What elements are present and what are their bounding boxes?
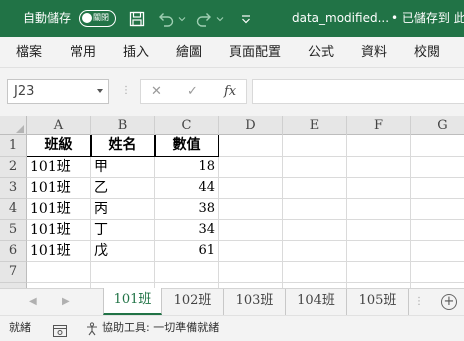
cell-a1[interactable]: 班級 — [27, 135, 90, 156]
formula-buttons: ✕ ✓ fx — [140, 79, 247, 104]
accessibility-icon[interactable] — [85, 321, 99, 340]
cell-b6[interactable]: 戊 — [92, 241, 154, 261]
column-header-d[interactable]: D — [219, 116, 283, 135]
cell-c6[interactable]: 61 — [155, 241, 218, 261]
ribbon-tabs: 檔案 常用 插入 繪圖 頁面配置 公式 資料 校閱 — [0, 37, 464, 68]
worksheet-grid: A B C D E F G 1 2 3 4 5 6 7 班級 姓名 數值 101… — [0, 116, 464, 288]
cell-c2[interactable]: 18 — [155, 157, 218, 177]
toggle-knob — [82, 13, 92, 23]
row-header-4[interactable]: 4 — [0, 199, 27, 220]
cell-a2[interactable]: 101班 — [28, 157, 90, 177]
scroll-tabs-left-icon[interactable]: ◀ — [29, 289, 37, 315]
cell-b1[interactable]: 姓名 — [91, 135, 154, 156]
file-title[interactable]: data_modified... — [292, 0, 389, 37]
macro-record-icon[interactable] — [53, 322, 67, 341]
tab-draw[interactable]: 繪圖 — [176, 37, 202, 68]
gridline — [346, 135, 347, 288]
column-header-a[interactable]: A — [27, 116, 91, 135]
chevron-down-icon[interactable] — [97, 89, 103, 93]
autosave-toggle[interactable]: 關閉 — [79, 10, 116, 27]
enter-icon[interactable]: ✓ — [187, 80, 198, 103]
row-header-5[interactable]: 5 — [0, 220, 27, 241]
cell-a5[interactable]: 101班 — [28, 220, 90, 240]
sheet-tab-103[interactable]: 103班 — [224, 289, 286, 315]
sheet-tab-105[interactable]: 105班 — [347, 289, 409, 315]
row-header-6[interactable]: 6 — [0, 241, 27, 262]
tab-insert[interactable]: 插入 — [123, 37, 149, 68]
cell-b2[interactable]: 甲 — [92, 157, 154, 177]
save-status: • 已儲存到 此台 — [391, 11, 464, 25]
column-header-b[interactable]: B — [91, 116, 155, 135]
gridline — [27, 261, 464, 262]
cell-c5[interactable]: 34 — [155, 220, 218, 240]
name-box-value: J23 — [14, 84, 35, 99]
formula-bar: J23 ⋮ ✕ ✓ fx — [0, 68, 464, 116]
tab-home[interactable]: 常用 — [70, 37, 96, 68]
cell-b3[interactable]: 乙 — [92, 178, 154, 198]
column-header-e[interactable]: E — [283, 116, 347, 135]
column-headers: A B C D E F G — [0, 116, 464, 135]
sheet-tab-101[interactable]: 101班 — [103, 288, 162, 315]
undo-icon[interactable] — [156, 9, 176, 29]
row-header-3[interactable]: 3 — [0, 178, 27, 199]
tab-review[interactable]: 校閱 — [414, 37, 440, 68]
tab-data[interactable]: 資料 — [361, 37, 387, 68]
autosave-label: 自動儲存 — [23, 11, 72, 25]
status-ready: 就緒 — [9, 321, 31, 334]
sheet-tab-104[interactable]: 104班 — [286, 289, 347, 315]
cell-b5[interactable]: 丁 — [92, 220, 154, 240]
cell-c3[interactable]: 44 — [155, 178, 218, 198]
row-header-7[interactable]: 7 — [0, 262, 27, 283]
cell-a4[interactable]: 101班 — [28, 199, 90, 219]
gridline — [90, 135, 91, 288]
gridline — [27, 282, 464, 283]
add-sheet-button[interactable]: + — [441, 294, 457, 310]
tab-formulas[interactable]: 公式 — [308, 37, 334, 68]
scroll-tabs-right-icon[interactable]: ▶ — [62, 289, 70, 315]
redo-dropdown-icon[interactable] — [215, 9, 225, 29]
tab-splitter-icon[interactable]: ⋮ — [414, 296, 424, 307]
gridline — [410, 135, 411, 288]
select-all-button[interactable] — [0, 116, 27, 135]
formula-input[interactable] — [252, 79, 464, 104]
status-bar: 就緒 協助工具: 一切準備就緒 — [0, 315, 464, 341]
sheet-tabs-bar: ◀ ▶ 101班 102班 103班 104班 105班 ⋮ + — [0, 288, 464, 315]
accessibility-status[interactable]: 協助工具: 一切準備就緒 — [102, 316, 219, 340]
cell-b4[interactable]: 丙 — [92, 199, 154, 219]
undo-dropdown-icon[interactable] — [177, 9, 187, 29]
name-box[interactable]: J23 — [7, 79, 109, 104]
tab-file[interactable]: 檔案 — [16, 37, 42, 68]
gridline — [218, 135, 219, 288]
cell-c1[interactable]: 數值 — [155, 135, 218, 156]
customize-quick-access-icon[interactable] — [236, 9, 256, 29]
tab-page-layout[interactable]: 頁面配置 — [229, 37, 281, 68]
title-bar: 自動儲存 關閉 data_modified... • 已儲存到 此台 — [0, 0, 464, 37]
column-header-g[interactable]: G — [411, 116, 464, 135]
column-header-c[interactable]: C — [155, 116, 219, 135]
row-header-1[interactable]: 1 — [0, 135, 27, 157]
cell-a6[interactable]: 101班 — [28, 241, 90, 261]
redo-icon[interactable] — [194, 9, 214, 29]
insert-function-icon[interactable]: fx — [224, 80, 236, 103]
formula-bar-splitter-icon[interactable]: ⋮ — [121, 84, 131, 98]
row-header-2[interactable]: 2 — [0, 157, 27, 178]
cell-c4[interactable]: 38 — [155, 199, 218, 219]
gridline — [282, 135, 283, 288]
toggle-state: 關閉 — [93, 13, 109, 22]
save-icon[interactable] — [127, 9, 147, 29]
sheet-tab-102[interactable]: 102班 — [162, 289, 224, 315]
cancel-icon[interactable]: ✕ — [151, 80, 162, 103]
column-header-f[interactable]: F — [347, 116, 411, 135]
cell-a3[interactable]: 101班 — [28, 178, 90, 198]
